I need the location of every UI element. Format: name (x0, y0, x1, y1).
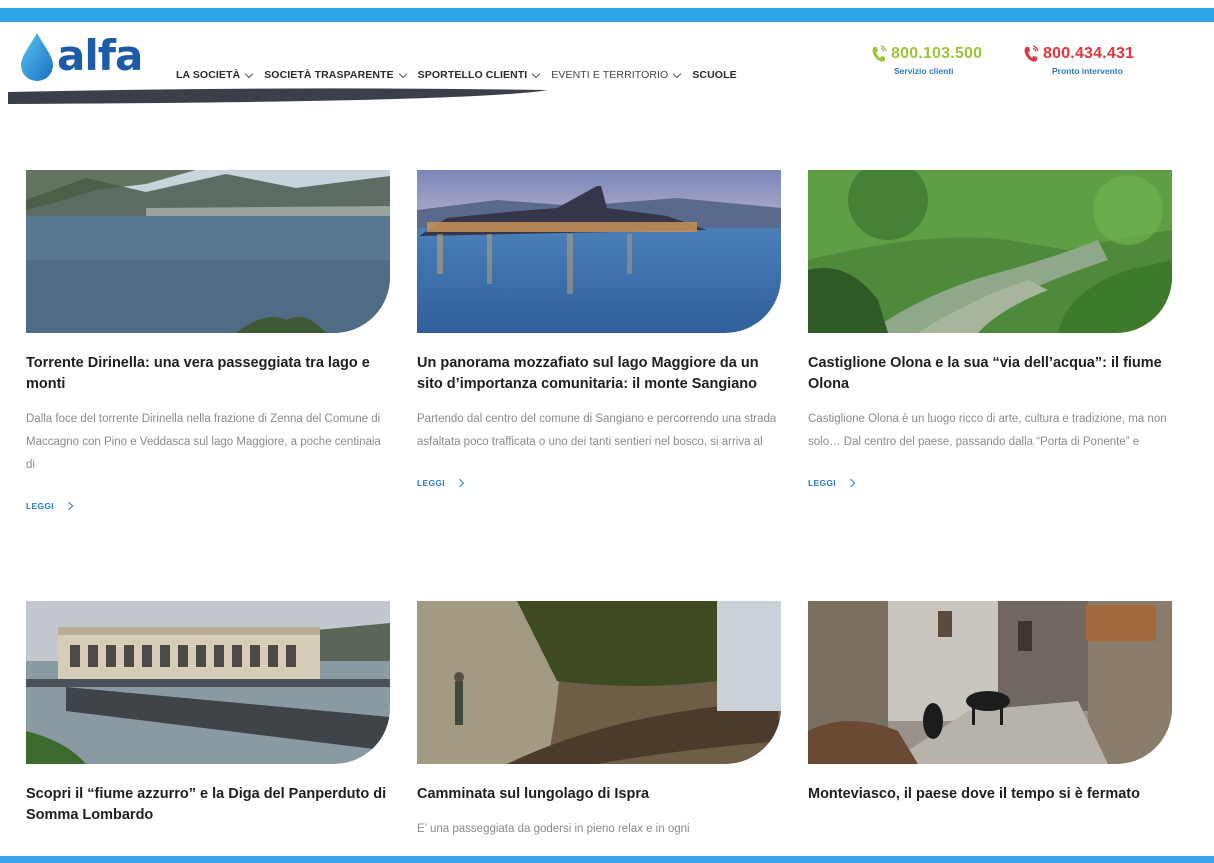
dam-photo[interactable] (26, 601, 390, 764)
article-title[interactable]: Scopri il “fiume azzurro” e la Diga del … (26, 784, 390, 826)
nav-item-label: SPORTELLO CLIENTI (417, 69, 528, 81)
article-card[interactable]: Camminata sul lungolago di Ispra E’ una … (417, 601, 781, 841)
read-more-link[interactable]: LEGGI (26, 501, 390, 511)
read-more-link[interactable]: LEGGI (808, 478, 1172, 488)
chevron-down-icon (398, 69, 407, 78)
article-card[interactable]: Torrente Dirinella: una vera passeggiata… (26, 170, 390, 511)
phone-number: 800.103.500 (891, 45, 983, 62)
chevron-right-icon (64, 501, 74, 511)
bottom-accent-bar (0, 856, 1214, 863)
nav-item-societa-trasparente[interactable]: SOCIETÀ TRASPARENTE (264, 69, 407, 81)
lake-mountains-photo[interactable] (26, 170, 390, 333)
phone-icon (1024, 45, 1039, 62)
nav-item-eventi-territorio[interactable]: EVENTI E TERRITORIO (551, 69, 682, 81)
article-card[interactable]: Un panorama mozzafiato sul lago Maggiore… (417, 170, 781, 488)
article-title[interactable]: Castiglione Olona e la sua “via dell’acq… (808, 353, 1172, 395)
logo-wordmark: alfa (57, 31, 143, 80)
main-navigation: LA SOCIETÀ SOCIETÀ TRASPARENTE SPORTELLO… (176, 66, 749, 84)
phone-icon (872, 45, 887, 62)
nav-item-label: EVENTI E TERRITORIO (551, 69, 669, 81)
phone-label: Servizio clienti (894, 66, 954, 76)
island-dusk-photo[interactable] (417, 170, 781, 333)
nav-item-label: SOCIETÀ TRASPARENTE (264, 69, 394, 81)
article-excerpt: E’ una passeggiata da godersi in pieno r… (417, 823, 690, 835)
article-title[interactable]: Monteviasco, il paese dove il tempo si è… (808, 784, 1172, 805)
read-more-label: LEGGI (26, 501, 54, 511)
chevron-right-icon (455, 478, 465, 488)
read-more-link[interactable]: LEGGI (417, 478, 781, 488)
lakeside-path-photo[interactable] (417, 601, 781, 764)
article-excerpt: Castiglione Olona è un luogo ricco di ar… (808, 413, 1167, 448)
article-card[interactable]: Castiglione Olona e la sua “via dell’acq… (808, 170, 1172, 488)
article-title[interactable]: Un panorama mozzafiato sul lago Maggiore… (417, 353, 781, 395)
nav-item-label: SCUOLE (692, 69, 737, 81)
alfa-logo[interactable]: alfa (17, 31, 147, 83)
nav-item-scuole[interactable]: SCUOLE (692, 69, 736, 81)
article-title[interactable]: Torrente Dirinella: una vera passeggiata… (26, 353, 390, 395)
phone-number: 800.434.431 (1043, 45, 1135, 62)
article-excerpt: Dalla foce del torrente Dirinella nella … (26, 413, 381, 471)
village-goats-photo[interactable] (808, 601, 1172, 764)
chevron-down-icon (244, 69, 254, 78)
top-accent-bar (0, 8, 1214, 22)
article-card[interactable]: Monteviasco, il paese dove il tempo si è… (808, 601, 1172, 805)
nav-item-label: LA SOCIETÀ (176, 69, 241, 81)
emergency-phone[interactable]: 800.434.431 Pronto intervento (1022, 44, 1134, 84)
header-swoosh (8, 88, 548, 104)
customer-service-phone[interactable]: 800.103.500 Servizio clienti (870, 44, 982, 84)
article-title[interactable]: Camminata sul lungolago di Ispra (417, 784, 781, 805)
article-card[interactable]: Scopri il “fiume azzurro” e la Diga del … (26, 601, 390, 826)
read-more-label: LEGGI (808, 478, 836, 488)
phone-label: Pronto intervento (1052, 66, 1123, 76)
chevron-down-icon (532, 69, 541, 78)
river-forest-photo[interactable] (808, 170, 1172, 333)
nav-item-la-societa[interactable]: LA SOCIETÀ (176, 69, 254, 81)
read-more-label: LEGGI (417, 478, 445, 488)
water-drop-icon (21, 33, 53, 81)
chevron-down-icon (673, 69, 682, 78)
article-excerpt: Partendo dal centro del comune di Sangia… (417, 413, 777, 448)
chevron-right-icon (846, 478, 856, 488)
nav-item-sportello-clienti[interactable]: SPORTELLO CLIENTI (417, 69, 541, 81)
